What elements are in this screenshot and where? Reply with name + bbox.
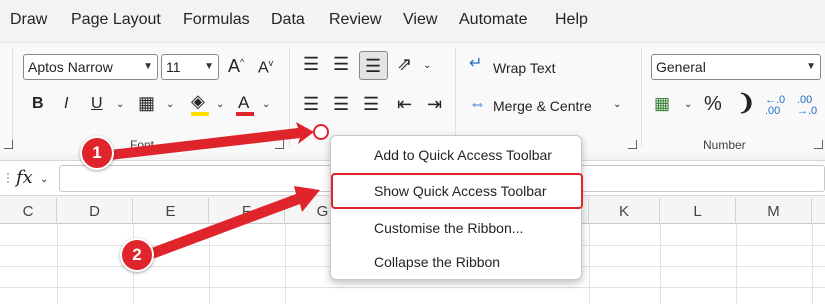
font-color-swatch bbox=[236, 112, 254, 116]
fill-color-icon[interactable]: ◈ bbox=[191, 92, 205, 110]
accounting-format-icon[interactable]: ▦ bbox=[654, 95, 670, 112]
column-header-d[interactable]: D bbox=[57, 198, 133, 224]
grow-font-icon[interactable]: A^ bbox=[228, 57, 244, 75]
tab-draw[interactable]: Draw bbox=[10, 11, 47, 29]
orientation-icon[interactable]: ⇗ bbox=[397, 55, 412, 73]
insert-function-button[interactable]: fx bbox=[16, 169, 33, 187]
grid-line bbox=[660, 224, 661, 304]
font-dialog-launcher[interactable] bbox=[275, 140, 284, 149]
tab-view[interactable]: View bbox=[403, 11, 437, 29]
chevron-down-icon: ▼ bbox=[806, 61, 816, 72]
wrap-text-icon[interactable]: ↵ bbox=[469, 56, 482, 72]
ribbon-separator bbox=[641, 47, 642, 147]
tab-help[interactable]: Help bbox=[555, 11, 588, 29]
chevron-down-icon[interactable]: ⌄ bbox=[613, 100, 621, 110]
number-dialog-launcher[interactable] bbox=[814, 140, 823, 149]
align-top-icon[interactable]: ☰ bbox=[303, 55, 319, 73]
grid-line bbox=[589, 224, 590, 304]
font-size-select[interactable]: 11 ▼ bbox=[161, 54, 219, 80]
borders-icon[interactable]: ▦ bbox=[138, 94, 155, 112]
menu-item-collapse-ribbon[interactable]: Collapse the Ribbon bbox=[374, 254, 500, 270]
ribbon-separator bbox=[455, 47, 456, 147]
chevron-down-icon[interactable]: ⌄ bbox=[166, 100, 174, 110]
grid-line bbox=[0, 287, 825, 288]
column-header-m[interactable]: M bbox=[736, 198, 812, 224]
decrease-decimal-icon[interactable]: .00 →.0 bbox=[797, 95, 817, 117]
comma-style-icon[interactable]: ❩ bbox=[737, 92, 755, 114]
dialog-launcher[interactable] bbox=[4, 140, 13, 149]
chevron-down-icon[interactable]: ⌄ bbox=[262, 100, 270, 110]
column-header-e[interactable]: E bbox=[133, 198, 209, 224]
bold-button[interactable]: B bbox=[32, 96, 44, 112]
underline-button[interactable]: U bbox=[91, 96, 103, 112]
font-name-value: Aptos Narrow bbox=[28, 59, 113, 75]
menu-item-customise-ribbon[interactable]: Customise the Ribbon... bbox=[374, 220, 523, 236]
number-group-label: Number bbox=[703, 138, 746, 152]
more-options-icon[interactable]: ⋮ bbox=[2, 172, 14, 184]
column-header-f[interactable]: F bbox=[209, 198, 285, 224]
align-center-icon[interactable]: ☰ bbox=[333, 95, 349, 113]
wrap-text-button[interactable]: Wrap Text bbox=[493, 60, 556, 76]
font-color-icon[interactable]: A bbox=[238, 94, 249, 111]
ribbon-context-menu: Add to Quick Access Toolbar Show Quick A… bbox=[330, 135, 583, 280]
tab-page-layout[interactable]: Page Layout bbox=[71, 11, 161, 29]
merge-centre-button[interactable]: Merge & Centre bbox=[493, 98, 592, 114]
ribbon-separator bbox=[289, 47, 290, 147]
grid-line bbox=[209, 224, 210, 304]
grid-line bbox=[812, 224, 813, 304]
increase-indent-icon[interactable]: ⇥ bbox=[427, 95, 442, 113]
chevron-down-icon[interactable]: ⌄ bbox=[116, 100, 124, 110]
grid-line bbox=[736, 224, 737, 304]
chevron-down-icon[interactable]: ⌄ bbox=[684, 100, 692, 110]
merge-centre-icon[interactable]: ⇔ bbox=[469, 95, 486, 112]
shrink-font-icon[interactable]: Av bbox=[258, 59, 273, 76]
menu-item-add-to-qat[interactable]: Add to Quick Access Toolbar bbox=[374, 147, 552, 163]
chevron-down-icon: ▼ bbox=[143, 61, 153, 72]
italic-button[interactable]: I bbox=[64, 96, 68, 112]
alignment-dialog-launcher[interactable] bbox=[628, 140, 637, 149]
chevron-down-icon[interactable]: ⌄ bbox=[423, 61, 431, 71]
column-header-k[interactable]: K bbox=[589, 198, 660, 224]
align-middle-icon[interactable]: ☰ bbox=[333, 55, 349, 73]
font-name-select[interactable]: Aptos Narrow ▼ bbox=[23, 54, 158, 80]
align-bottom-button[interactable]: ☰ bbox=[359, 51, 388, 80]
column-header-l[interactable]: L bbox=[660, 198, 736, 224]
decrease-indent-icon[interactable]: ⇤ bbox=[397, 95, 412, 113]
font-size-value: 11 bbox=[166, 59, 181, 75]
tab-data[interactable]: Data bbox=[271, 11, 305, 29]
increase-decimal-icon[interactable]: ←.0.00 bbox=[765, 95, 785, 117]
tab-review[interactable]: Review bbox=[329, 11, 381, 29]
fill-color-swatch bbox=[191, 112, 209, 116]
font-group-label: Font bbox=[130, 138, 155, 152]
chevron-down-icon[interactable]: ⌄ bbox=[40, 175, 48, 185]
align-right-icon[interactable]: ☰ bbox=[363, 95, 379, 113]
grid-line bbox=[57, 224, 58, 304]
tab-automate[interactable]: Automate bbox=[459, 11, 527, 29]
grid-line bbox=[285, 224, 286, 304]
number-format-value: General bbox=[656, 59, 706, 75]
align-left-icon[interactable]: ☰ bbox=[303, 95, 319, 113]
step-badge-1: 1 bbox=[80, 136, 114, 170]
number-format-select[interactable]: General ▼ bbox=[651, 54, 821, 80]
chevron-down-icon: ▼ bbox=[204, 61, 214, 72]
column-header-c[interactable]: C bbox=[0, 198, 57, 224]
tab-formulas[interactable]: Formulas bbox=[183, 11, 250, 29]
menu-bar: Draw Page Layout Formulas Data Review Vi… bbox=[0, 0, 825, 42]
percent-button[interactable]: % bbox=[704, 94, 722, 114]
ribbon-separator bbox=[12, 47, 13, 147]
target-circle-marker bbox=[313, 124, 329, 140]
step-badge-2: 2 bbox=[120, 238, 154, 272]
chevron-down-icon[interactable]: ⌄ bbox=[216, 100, 224, 110]
align-bottom-icon: ☰ bbox=[365, 56, 382, 76]
menu-item-show-qat[interactable]: Show Quick Access Toolbar bbox=[374, 183, 547, 199]
